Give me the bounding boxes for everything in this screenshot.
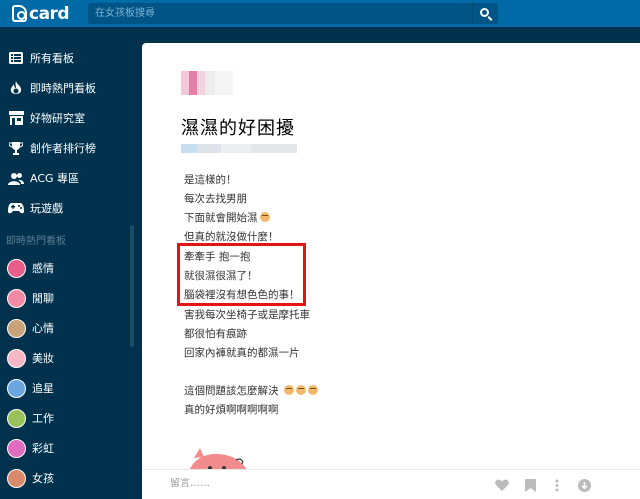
post-line-text: 這個問題該怎麼解決	[184, 385, 279, 397]
board-item-mood[interactable]: 心情	[0, 314, 130, 342]
sidebar-item-good-stuff-lab[interactable]: 好物研究室	[0, 104, 130, 132]
sidebar-scrollbar[interactable]	[130, 225, 134, 347]
sidebar-item-label: ACG 專區	[30, 172, 80, 185]
sidebar: 所有看板 即時熱門看板 好物研究室 創作者排行榜 ACG 專區 玩遊戲 即時熱門…	[0, 27, 138, 499]
search-icon	[480, 8, 489, 17]
post-card: 濕濕的好困擾 是這樣的！ 每次去找男朋 下面就會開始濕 但真的就沒做什麼！ 牽牽…	[142, 43, 640, 499]
search-button[interactable]	[472, 3, 498, 24]
board-label: 閒聊	[32, 292, 54, 305]
board-avatar	[7, 438, 26, 458]
list-icon	[8, 50, 24, 66]
board-item-idol[interactable]: 追星	[0, 374, 130, 402]
post-line: 下面就會開始濕	[184, 210, 270, 225]
sidebar-item-label: 好物研究室	[30, 112, 85, 125]
board-item-makeup[interactable]: 美妝	[0, 344, 130, 372]
sidebar-item-label: 即時熱門看板	[30, 82, 96, 95]
board-item-relationship[interactable]: 感情	[0, 254, 130, 282]
post-title: 濕濕的好困擾	[181, 118, 295, 139]
post-line: 這個問題該怎麼解決	[184, 383, 318, 398]
sidebar-item-games[interactable]: 玩遊戲	[0, 194, 130, 222]
board-label: 追星	[32, 382, 54, 395]
post-line: 但真的就沒做什麼！	[184, 231, 279, 243]
board-label: 心情	[32, 322, 54, 335]
sidebar-item-acg[interactable]: ACG 專區	[0, 164, 130, 192]
shop-icon	[8, 110, 24, 126]
board-item-rainbow[interactable]: 彩虹	[0, 434, 130, 462]
post-line-text: 下面就會開始濕	[184, 212, 258, 224]
post-line: 都很怕有痕跡	[184, 328, 247, 340]
heart-icon[interactable]	[495, 478, 509, 492]
sad-emoji-icon	[283, 385, 294, 395]
more-options-icon[interactable]	[550, 478, 564, 492]
board-label: 女孩	[32, 472, 54, 485]
blurred-post-meta	[181, 144, 297, 153]
board-label: 感情	[32, 262, 54, 275]
board-avatar	[7, 318, 26, 338]
board-avatar	[7, 348, 26, 368]
blurred-author-avatar	[181, 71, 233, 95]
sidebar-item-label: 所有看板	[30, 52, 74, 65]
board-avatar	[7, 258, 26, 278]
post-line: 害我每次坐椅子或是摩托車	[184, 309, 310, 321]
users-icon	[8, 170, 24, 186]
sidebar-item-trending-boards[interactable]: 即時熱門看板	[0, 74, 130, 102]
post-line: 回家內褲就真的都濕一片	[184, 347, 300, 359]
comment-input[interactable]	[170, 478, 470, 489]
sidebar-item-all-boards[interactable]: 所有看板	[0, 44, 130, 72]
board-item-chat[interactable]: 閒聊	[0, 284, 130, 312]
sidebar-item-label: 玩遊戲	[30, 202, 63, 215]
search-input[interactable]	[88, 3, 472, 24]
flame-icon	[8, 80, 24, 96]
board-avatar	[7, 378, 26, 398]
section-title-trending: 即時熱門看板	[6, 236, 66, 247]
sad-emoji-icon	[307, 385, 318, 395]
sad-emoji-icon	[295, 385, 306, 395]
comment-bar	[142, 469, 640, 499]
red-highlight-box	[177, 243, 306, 306]
board-item-work[interactable]: 工作	[0, 404, 130, 432]
bookmark-icon[interactable]	[523, 478, 537, 492]
board-avatar	[7, 468, 26, 488]
grimace-emoji-icon	[259, 212, 270, 222]
board-avatar	[7, 288, 26, 308]
sidebar-item-label: 創作者排行榜	[30, 142, 96, 155]
sidebar-item-creator-ranking[interactable]: 創作者排行榜	[0, 134, 130, 162]
trophy-icon	[8, 140, 24, 156]
board-label: 彩虹	[32, 442, 54, 455]
board-label: 工作	[32, 412, 54, 425]
top-bar: card	[0, 0, 640, 27]
board-item-girl[interactable]: 女孩	[0, 464, 130, 492]
post-line: 是這樣的！	[184, 174, 237, 186]
post-line: 每次去找男朋	[184, 193, 247, 205]
gamepad-icon	[8, 200, 24, 216]
logo-text: card	[29, 3, 70, 24]
scroll-down-icon[interactable]	[577, 478, 591, 492]
dcard-logo[interactable]: card	[12, 3, 70, 24]
board-avatar	[7, 408, 26, 428]
post-line: 真的好煩啊啊啊啊啊	[184, 404, 279, 416]
dcard-logo-icon	[12, 5, 27, 22]
board-label: 美妝	[32, 352, 54, 365]
